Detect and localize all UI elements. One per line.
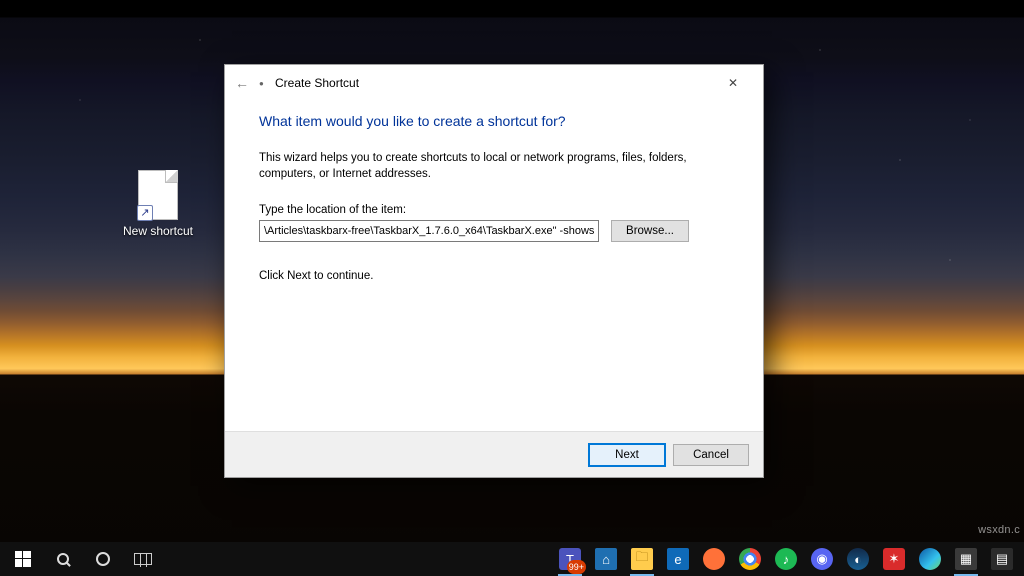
cancel-button[interactable]: Cancel — [673, 444, 749, 466]
location-input[interactable] — [259, 220, 599, 242]
taskbar-app-store[interactable]: ⌂ — [588, 542, 624, 576]
dialog-headline: What item would you like to create a sho… — [259, 113, 729, 129]
browse-button[interactable]: Browse... — [611, 220, 689, 242]
taskbar: T 99+ ⌂ 🗀 e ♪ ◉ ◐ ✶ ▦ ▤ — [0, 542, 1024, 576]
taskbar-app-teams[interactable]: T 99+ — [552, 542, 588, 576]
taskbar-app-chrome[interactable] — [732, 542, 768, 576]
search-button[interactable] — [44, 542, 82, 576]
task-view-button[interactable] — [124, 542, 162, 576]
continue-hint: Click Next to continue. — [259, 270, 729, 282]
desktop-icon-new-shortcut[interactable]: ↗ New shortcut — [118, 170, 198, 238]
cortana-button[interactable] — [84, 542, 122, 576]
taskbar-app-red[interactable]: ✶ — [876, 542, 912, 576]
taskbar-app-firefox[interactable] — [696, 542, 732, 576]
dialog-titlebar[interactable]: ← ● Create Shortcut ✕ — [225, 65, 763, 101]
taskbar-app-gray1[interactable]: ▦ — [948, 542, 984, 576]
location-label: Type the location of the item: — [259, 204, 729, 216]
gray2-app-icon: ▤ — [991, 548, 1013, 570]
spotify-icon: ♪ — [775, 548, 797, 570]
breadcrumb-dot-icon: ● — [259, 79, 267, 87]
dialog-title: Create Shortcut — [275, 76, 359, 90]
gray-app-icon: ▦ — [955, 548, 977, 570]
chrome-icon — [739, 548, 761, 570]
store-icon: ⌂ — [595, 548, 617, 570]
red-app-icon: ✶ — [883, 548, 905, 570]
watermark-text: wsxdn.c — [978, 524, 1020, 536]
taskbar-app-explorer[interactable]: 🗀 — [624, 542, 660, 576]
steam-icon: ◐ — [847, 548, 869, 570]
shortcut-file-icon: ↗ — [138, 170, 178, 220]
taskbar-app-discord[interactable]: ◉ — [804, 542, 840, 576]
ie-icon: e — [667, 548, 689, 570]
cortana-icon — [96, 552, 110, 566]
desktop-icon-label: New shortcut — [118, 224, 198, 238]
teams-badge: 99+ — [567, 560, 586, 574]
edge-icon — [919, 548, 941, 570]
close-icon: ✕ — [728, 76, 738, 90]
close-button[interactable]: ✕ — [711, 69, 755, 97]
search-icon — [57, 553, 69, 565]
taskbar-app-ie[interactable]: e — [660, 542, 696, 576]
task-view-icon — [134, 553, 152, 565]
taskbar-app-gray2[interactable]: ▤ — [984, 542, 1020, 576]
folder-icon: 🗀 — [631, 548, 653, 570]
discord-icon: ◉ — [811, 548, 833, 570]
next-button[interactable]: Next — [589, 444, 665, 466]
dialog-description: This wizard helps you to create shortcut… — [259, 151, 719, 182]
dialog-content: What item would you like to create a sho… — [225, 101, 763, 431]
back-arrow-icon: ← — [233, 75, 251, 91]
start-button[interactable] — [4, 542, 42, 576]
windows-logo-icon — [15, 551, 31, 567]
desktop: ↗ New shortcut ← ● Create Shortcut ✕ Wha… — [0, 0, 1024, 576]
shortcut-overlay-icon: ↗ — [137, 205, 153, 221]
taskbar-app-steam[interactable]: ◐ — [840, 542, 876, 576]
taskbar-app-spotify[interactable]: ♪ — [768, 542, 804, 576]
dialog-footer: Next Cancel — [225, 431, 763, 477]
create-shortcut-dialog: ← ● Create Shortcut ✕ What item would yo… — [224, 64, 764, 478]
firefox-icon — [703, 548, 725, 570]
taskbar-app-edge[interactable] — [912, 542, 948, 576]
